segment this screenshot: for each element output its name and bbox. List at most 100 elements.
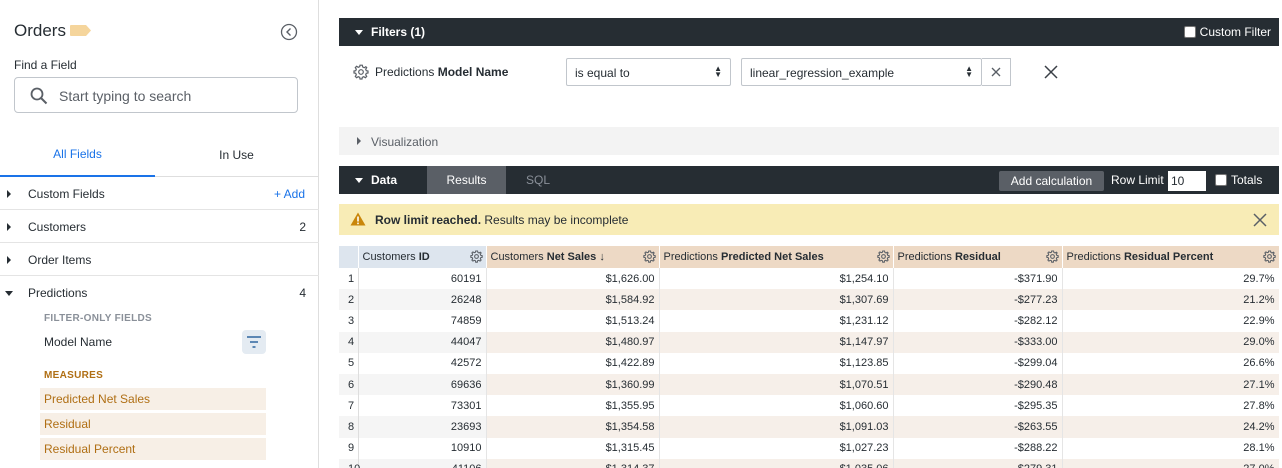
- column-header[interactable]: Customers Net Sales ↓: [486, 246, 660, 268]
- table-cell[interactable]: -$371.90: [893, 268, 1063, 290]
- group-order-items[interactable]: Order Items: [0, 243, 319, 276]
- collapse-panel-icon[interactable]: [280, 23, 298, 41]
- table-cell[interactable]: -$263.55: [893, 416, 1063, 438]
- table-cell[interactable]: $1,480.97: [486, 331, 660, 353]
- table-cell[interactable]: -$279.31: [893, 458, 1063, 468]
- tab-all-fields[interactable]: All Fields: [0, 133, 155, 177]
- filter-operator-select[interactable]: is equal to ▲ ▼: [566, 58, 731, 86]
- table-cell[interactable]: $1,254.10: [659, 268, 894, 290]
- visualization-section-header[interactable]: Visualization: [339, 127, 1279, 155]
- table-cell[interactable]: $1,307.69: [659, 289, 894, 311]
- table-cell[interactable]: $1,027.23: [659, 437, 894, 459]
- table-cell[interactable]: 23693: [358, 416, 487, 438]
- table-cell[interactable]: 73301: [358, 395, 487, 417]
- table-cell[interactable]: -$277.23: [893, 289, 1063, 311]
- gear-icon[interactable]: [1262, 250, 1276, 263]
- row-number: 9: [339, 437, 359, 459]
- gear-icon[interactable]: [353, 64, 369, 80]
- table-cell[interactable]: -$299.04: [893, 352, 1063, 374]
- table-cell[interactable]: 21.2%: [1062, 289, 1279, 311]
- table-cell[interactable]: 26.6%: [1062, 352, 1279, 374]
- table-cell[interactable]: 42572: [358, 352, 487, 374]
- table-cell[interactable]: 22.9%: [1062, 310, 1279, 332]
- collapse-caret-icon[interactable]: [355, 178, 363, 183]
- column-header[interactable]: Predictions Residual Percent: [1062, 246, 1279, 268]
- tab-sql[interactable]: SQL: [526, 173, 550, 187]
- table-cell[interactable]: $1,584.92: [486, 289, 660, 311]
- table-cell[interactable]: $1,147.97: [659, 331, 894, 353]
- table-cell[interactable]: -$288.22: [893, 437, 1063, 459]
- table-cell[interactable]: -$295.35: [893, 395, 1063, 417]
- table-cell[interactable]: $1,035.06: [659, 458, 894, 468]
- table-cell[interactable]: 60191: [358, 268, 487, 290]
- remove-filter-icon[interactable]: [1043, 64, 1059, 80]
- table-cell[interactable]: 27.1%: [1062, 373, 1279, 396]
- field-residual[interactable]: Residual: [40, 413, 266, 435]
- custom-filter-checkbox[interactable]: [1183, 26, 1196, 38]
- table-cell[interactable]: 74859: [358, 310, 487, 332]
- add-custom-field-link[interactable]: + Add: [274, 187, 305, 201]
- filters-section-header[interactable]: Filters (1) Custom Filter: [339, 18, 1279, 46]
- close-icon[interactable]: [1252, 212, 1268, 228]
- table-cell[interactable]: 26248: [358, 289, 487, 311]
- row-limit-warning: Row limit reached. Results may be incomp…: [339, 204, 1279, 235]
- table-cell[interactable]: $1,070.51: [659, 373, 894, 396]
- table-cell[interactable]: 69636: [358, 373, 487, 396]
- filter-by-field-button[interactable]: [242, 330, 266, 354]
- column-view-name: Predictions: [897, 251, 952, 263]
- field-search-input[interactable]: [59, 86, 284, 106]
- totals-checkbox[interactable]: [1215, 174, 1227, 186]
- field-predicted-net-sales[interactable]: Predicted Net Sales: [40, 388, 266, 410]
- field-picker-panel: Orders Find a Field All Fields In Use Cu…: [0, 0, 319, 468]
- table-cell[interactable]: $1,355.95: [486, 395, 660, 417]
- gear-icon[interactable]: [469, 250, 483, 263]
- table-cell[interactable]: $1,360.99: [486, 373, 660, 396]
- field-model-name[interactable]: Model Name: [44, 335, 112, 349]
- table-row: 5 42572 $1,422.89 $1,123.85 -$299.04 26.6%: [339, 352, 1279, 374]
- table-cell[interactable]: 27.0%: [1062, 458, 1279, 468]
- table-cell[interactable]: -$290.48: [893, 373, 1063, 396]
- table-cell[interactable]: $1,354.58: [486, 416, 660, 438]
- tab-in-use[interactable]: In Use: [159, 133, 314, 177]
- custom-filter-toggle[interactable]: Custom Filter: [1183, 25, 1271, 39]
- table-cell[interactable]: $1,513.24: [486, 310, 660, 332]
- gear-icon[interactable]: [642, 250, 656, 263]
- table-cell[interactable]: 24.2%: [1062, 416, 1279, 438]
- column-header[interactable]: Customers ID: [358, 246, 487, 268]
- table-cell[interactable]: 10910: [358, 437, 487, 459]
- table-cell[interactable]: 28.1%: [1062, 437, 1279, 459]
- gear-icon[interactable]: [876, 250, 890, 263]
- table-cell[interactable]: $1,422.89: [486, 352, 660, 374]
- column-header[interactable]: Predictions Predicted Net Sales: [659, 246, 894, 268]
- tab-results[interactable]: Results: [427, 166, 506, 194]
- filter-value-select[interactable]: linear_regression_example ▲ ▼: [741, 58, 982, 86]
- group-predictions[interactable]: Predictions 4: [0, 276, 319, 309]
- clear-value-button[interactable]: [982, 58, 1011, 86]
- table-cell[interactable]: 27.8%: [1062, 395, 1279, 417]
- table-cell[interactable]: $1,060.60: [659, 395, 894, 417]
- table-cell[interactable]: $1,123.85: [659, 352, 894, 374]
- table-cell[interactable]: $1,231.12: [659, 310, 894, 332]
- field-search-box[interactable]: [14, 77, 298, 113]
- table-cell[interactable]: 29.0%: [1062, 331, 1279, 353]
- gear-icon[interactable]: [1045, 250, 1059, 263]
- totals-toggle[interactable]: Totals: [1215, 173, 1262, 187]
- table-cell[interactable]: $1,626.00: [486, 268, 660, 290]
- column-header[interactable]: Predictions Residual: [893, 246, 1063, 268]
- field-residual-percent[interactable]: Residual Percent: [40, 438, 266, 460]
- column-field-name: Residual Percent: [1123, 251, 1214, 263]
- table-cell[interactable]: 44047: [358, 331, 487, 353]
- data-title[interactable]: Data: [371, 173, 397, 187]
- group-custom-fields[interactable]: Custom Fields + Add: [0, 177, 319, 210]
- warning-text: Row limit reached. Results may be incomp…: [375, 213, 628, 227]
- add-calculation-button[interactable]: Add calculation: [999, 171, 1104, 191]
- row-limit-input[interactable]: [1168, 171, 1206, 191]
- table-cell[interactable]: $1,314.37: [486, 458, 660, 468]
- table-cell[interactable]: 29.7%: [1062, 268, 1279, 290]
- table-cell[interactable]: 41106: [358, 458, 487, 468]
- table-cell[interactable]: -$282.12: [893, 310, 1063, 332]
- table-cell[interactable]: $1,315.45: [486, 437, 660, 459]
- table-cell[interactable]: $1,091.03: [659, 416, 894, 438]
- group-customers[interactable]: Customers 2: [0, 210, 319, 243]
- table-cell[interactable]: -$333.00: [893, 331, 1063, 353]
